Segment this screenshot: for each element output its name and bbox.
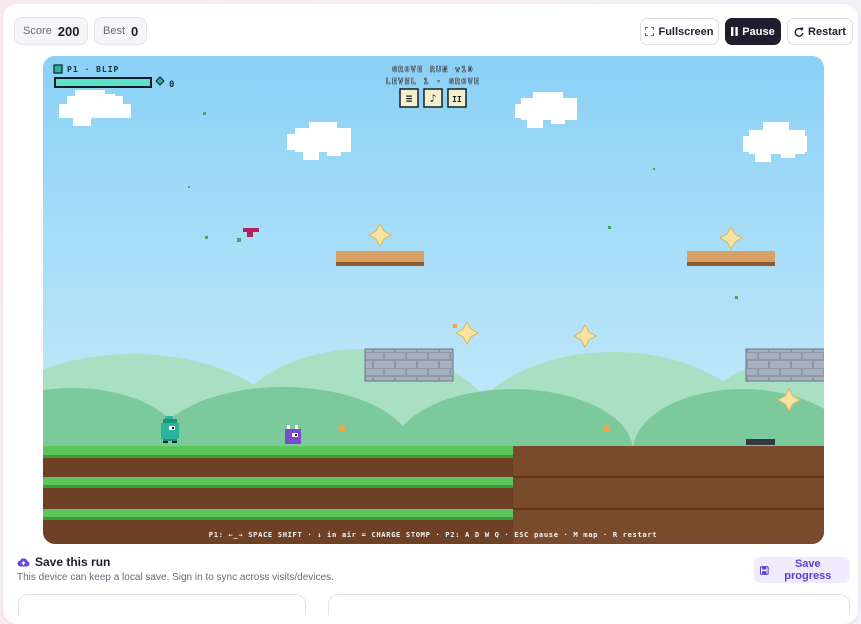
- panel-stub: [328, 594, 850, 615]
- save-progress-button[interactable]: Save progress: [754, 557, 850, 583]
- restart-icon: [794, 26, 804, 37]
- health-bar-fill: [56, 79, 150, 86]
- score-display: Score 200: [14, 17, 88, 45]
- panel-stub: [18, 594, 306, 615]
- cloud-upload-icon: [17, 558, 30, 567]
- player-character: [161, 416, 179, 443]
- menu-icon: ≡: [406, 92, 413, 105]
- controls-hint: P1: ←_→ SPACE SHIFT · ↓ in air = CHARGE …: [209, 530, 657, 539]
- stone-platform: [364, 348, 454, 382]
- gems-count: 0: [169, 80, 174, 90]
- ground: [43, 439, 824, 544]
- music-button[interactable]: ♪: [423, 88, 443, 108]
- wood-platform: [687, 251, 775, 266]
- score-label: Score: [23, 25, 52, 37]
- restart-label: Restart: [808, 25, 846, 38]
- fullscreen-icon: [645, 27, 655, 36]
- best-display: Best 0: [94, 17, 147, 45]
- game-title: GROVE RUN v10: [392, 65, 474, 74]
- game-scene: P1 · BLIP 0 GROVE RUN v10 LEVEL 1 · GROV…: [43, 56, 824, 544]
- save-progress-label: Save progress: [784, 558, 832, 582]
- fullscreen-button[interactable]: Fullscreen: [640, 18, 719, 45]
- pause-label: Pause: [742, 25, 775, 38]
- save-title-text: Save this run: [35, 555, 111, 569]
- stone-platform: [745, 348, 824, 382]
- pause-game-button[interactable]: II: [447, 88, 467, 108]
- score-value: 200: [57, 23, 80, 39]
- pause-button[interactable]: Pause: [725, 18, 781, 45]
- pause-icon: [731, 27, 739, 36]
- save-subtitle: This device can keep a local save. Sign …: [17, 572, 334, 583]
- player-icon: [53, 64, 63, 74]
- floppy-disk-icon: [760, 565, 769, 575]
- player-label: P1 · BLIP: [67, 65, 119, 74]
- wood-platform: [336, 251, 424, 266]
- pause-game-icon: II: [452, 95, 462, 104]
- best-label: Best: [103, 25, 126, 37]
- restart-button[interactable]: Restart: [787, 18, 853, 45]
- save-section-title: Save this run: [17, 555, 110, 569]
- fullscreen-label: Fullscreen: [658, 25, 714, 38]
- music-icon: ♪: [430, 92, 437, 105]
- level-label: LEVEL 1 · GROVE: [386, 77, 481, 86]
- best-value: 0: [131, 23, 139, 39]
- menu-button[interactable]: ≡: [399, 88, 419, 108]
- game-canvas[interactable]: P1 · BLIP 0 GROVE RUN v10 LEVEL 1 · GROV…: [43, 56, 824, 544]
